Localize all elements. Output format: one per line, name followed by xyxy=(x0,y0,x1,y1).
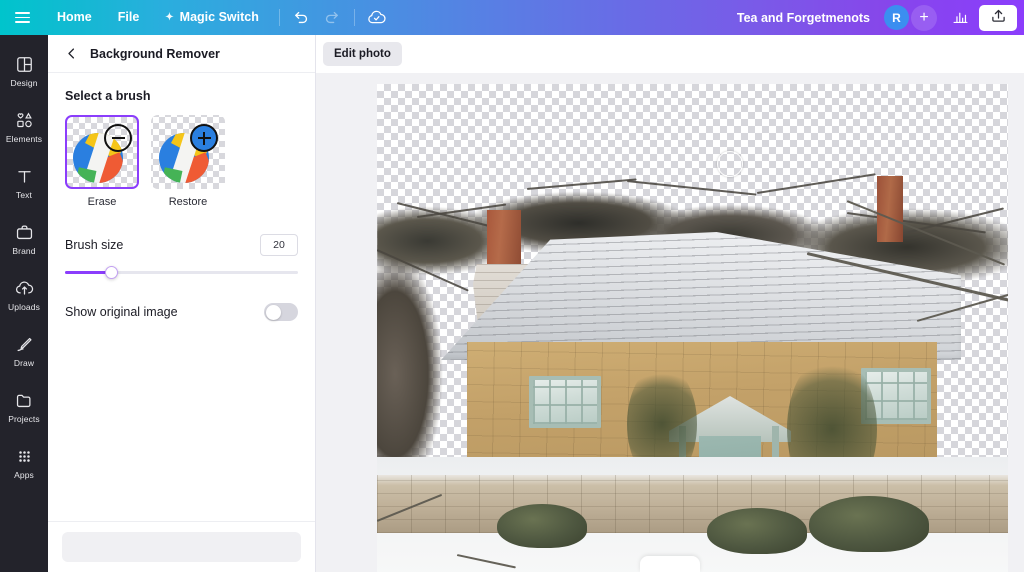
shapes-icon xyxy=(15,111,34,130)
brush-option-restore[interactable]: Restore xyxy=(151,115,225,208)
rear-chimney xyxy=(877,176,903,242)
panel-footer xyxy=(48,521,315,572)
sidebar-item-draw[interactable]: Draw xyxy=(0,323,48,379)
brush-size-input[interactable]: 20 xyxy=(260,234,298,256)
header-divider-1 xyxy=(278,9,280,26)
brush-options: Erase Restore xyxy=(65,115,298,208)
avatar[interactable]: R xyxy=(884,5,909,30)
canvas-area: Edit photo xyxy=(316,35,1024,572)
window-upper-left xyxy=(529,376,601,428)
layout-icon xyxy=(15,55,34,74)
brush-thumb-erase xyxy=(65,115,139,189)
panel-title: Background Remover xyxy=(90,46,220,61)
cottage-photo xyxy=(377,84,1008,572)
brush-size-row: Brush size 20 xyxy=(65,234,298,256)
undo-icon[interactable] xyxy=(287,3,317,33)
brush-thumb-restore xyxy=(151,115,225,189)
redo-icon[interactable] xyxy=(317,3,347,33)
sidebar-item-uploads[interactable]: Uploads xyxy=(0,267,48,323)
menu-item-home-label: Home xyxy=(57,10,92,24)
sidebar-item-elements[interactable]: Elements xyxy=(0,99,48,155)
sidebar-item-text[interactable]: Text xyxy=(0,155,48,211)
cloud-check-icon[interactable] xyxy=(362,3,392,33)
text-icon xyxy=(15,167,34,186)
show-original-label: Show original image xyxy=(65,305,178,319)
sidebar-item-design-label: Design xyxy=(10,77,38,88)
show-original-toggle[interactable] xyxy=(264,303,298,321)
left-sidebar: Design Elements Text Brand Uploads Draw … xyxy=(0,35,48,572)
slider-thumb[interactable] xyxy=(105,265,119,279)
canvas-bottom-handle[interactable] xyxy=(640,556,700,572)
panel-body: Select a brush Erase Restore Brush size … xyxy=(48,73,315,321)
bar-chart-icon[interactable] xyxy=(945,3,975,33)
brush-option-restore-label: Restore xyxy=(168,196,208,208)
hamburger-icon[interactable] xyxy=(0,0,44,35)
front-chimney xyxy=(487,210,521,268)
pen-icon xyxy=(15,335,34,354)
panel-header: Background Remover xyxy=(48,35,315,73)
menu-item-file-label: File xyxy=(117,10,140,24)
brush-size-slider[interactable] xyxy=(65,263,298,281)
header-divider-2 xyxy=(353,9,355,26)
toggle-knob xyxy=(265,304,281,320)
canvas-toolbar: Edit photo xyxy=(316,35,1024,73)
bush-left xyxy=(497,504,587,548)
grid-dots-icon xyxy=(15,447,34,466)
document-title[interactable]: Tea and Forgetmenots xyxy=(723,11,884,25)
top-header: Home File ✦ Magic Switch Tea and Forgetm… xyxy=(0,0,1024,35)
bush-center xyxy=(707,508,807,554)
sidebar-item-text-label: Text xyxy=(16,189,32,200)
bush-right xyxy=(809,496,929,552)
cloud-upload-icon xyxy=(15,279,34,298)
sidebar-item-design[interactable]: Design xyxy=(0,43,48,99)
show-original-row: Show original image xyxy=(65,303,298,321)
sidebar-item-apps-label: Apps xyxy=(14,469,34,480)
brush-size-label: Brush size xyxy=(65,238,124,252)
sidebar-item-projects[interactable]: Projects xyxy=(0,379,48,435)
sparkle-icon: ✦ xyxy=(165,11,174,23)
chevron-left-icon[interactable] xyxy=(60,43,82,65)
plus-icon xyxy=(190,124,218,152)
add-collaborator-button[interactable]: + xyxy=(911,4,937,31)
minus-icon xyxy=(104,124,132,152)
share-button[interactable] xyxy=(979,4,1017,31)
header-left-group: Home File ✦ Magic Switch xyxy=(0,0,392,35)
edit-photo-button[interactable]: Edit photo xyxy=(323,42,402,66)
sidebar-item-uploads-label: Uploads xyxy=(8,301,40,312)
sidebar-item-draw-label: Draw xyxy=(13,357,35,368)
menu-item-home[interactable]: Home xyxy=(44,0,105,35)
photo-canvas[interactable] xyxy=(377,84,1008,572)
background-remover-panel: Background Remover Select a brush Erase xyxy=(48,35,316,572)
menu-item-magic-switch[interactable]: ✦ Magic Switch xyxy=(152,0,272,35)
sidebar-item-brand[interactable]: Brand xyxy=(0,211,48,267)
brush-option-erase-label: Erase xyxy=(87,196,117,208)
brush-option-erase[interactable]: Erase xyxy=(65,115,139,208)
folder-icon xyxy=(15,391,34,410)
sidebar-item-projects-label: Projects xyxy=(8,413,40,424)
panel-footer-button[interactable] xyxy=(62,532,301,562)
sidebar-item-elements-label: Elements xyxy=(5,133,43,144)
briefcase-icon xyxy=(15,223,34,242)
canva-editor: Home File ✦ Magic Switch Tea and Forgetm… xyxy=(0,0,1024,572)
menu-item-magic-switch-label: Magic Switch xyxy=(179,10,259,24)
upload-icon xyxy=(991,8,1006,28)
menu-item-file[interactable]: File xyxy=(105,0,153,35)
sidebar-item-brand-label: Brand xyxy=(12,245,36,256)
brush-section-label: Select a brush xyxy=(65,89,151,103)
sidebar-item-apps[interactable]: Apps xyxy=(0,435,48,491)
